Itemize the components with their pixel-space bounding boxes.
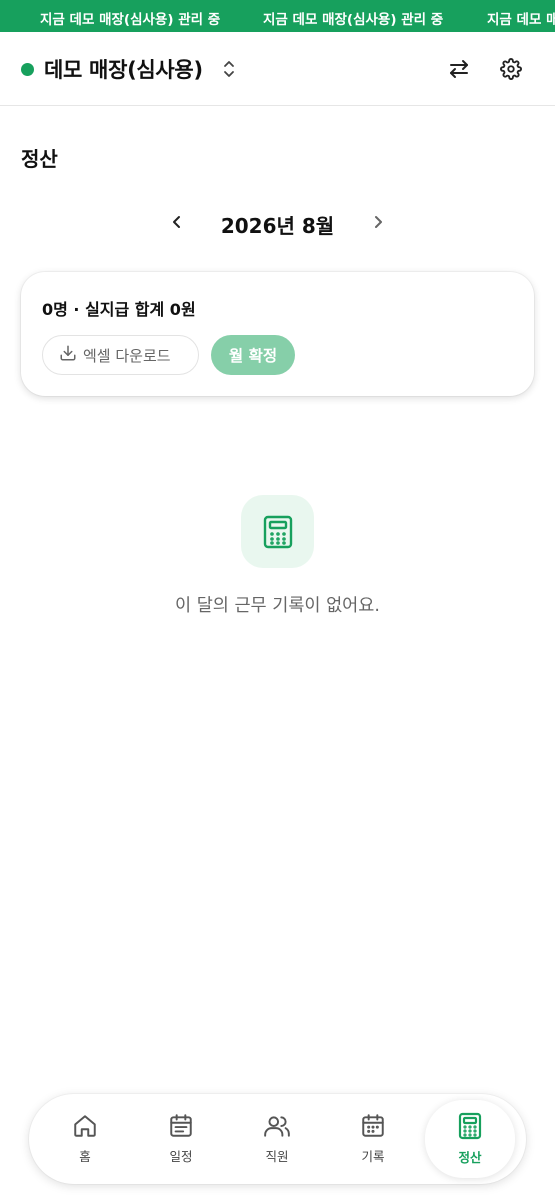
chevron-updown-icon[interactable] (218, 56, 240, 82)
download-icon (59, 344, 77, 366)
nav-item-home[interactable]: 홈 (40, 1100, 130, 1178)
nav-label: 일정 (169, 1149, 193, 1164)
calendar-grid-icon (360, 1113, 386, 1142)
excel-download-button[interactable]: 엑셀 다운로드 (42, 335, 199, 375)
banner-text: 지금 데모 매장(심사용) 관리 중 (40, 12, 221, 28)
calendar-icon (168, 1113, 194, 1142)
settlement-summary: 0명 · 실지급 합계 0원 (42, 300, 196, 319)
status-banner: 지금 데모 매장(심사용) 관리 중 지금 데모 매장(심사용) 관리 중 지금… (0, 0, 555, 32)
nav-item-staff[interactable]: 직원 (232, 1100, 322, 1178)
users-icon (263, 1113, 291, 1142)
app-header: 데모 매장(심사용) (0, 32, 555, 106)
gear-icon[interactable] (496, 54, 526, 84)
nav-label: 정산 (458, 1150, 482, 1165)
month-label: 2026년 8월 (220, 214, 335, 238)
nav-label: 기록 (361, 1149, 385, 1164)
calculator-icon (458, 1112, 482, 1143)
store-name[interactable]: 데모 매장(심사용) (44, 54, 203, 84)
excel-download-label: 엑셀 다운로드 (83, 346, 171, 365)
empty-state-message: 이 달의 근무 기록이 없어요. (175, 596, 380, 616)
swap-icon[interactable] (444, 54, 474, 84)
bottom-nav: 홈 일정 직원 기록 정산 (29, 1094, 526, 1184)
banner-text: 지금 데모 매장(심사용) 관리 중 (487, 12, 555, 28)
page-title: 정산 (21, 147, 58, 171)
nav-item-schedule[interactable]: 일정 (136, 1100, 226, 1178)
settlement-summary-card: 0명 · 실지급 합계 0원 엑셀 다운로드 월 확정 (21, 272, 534, 396)
home-icon (72, 1113, 98, 1142)
nav-label: 직원 (265, 1149, 289, 1164)
month-navigator: 2026년 8월 (0, 200, 555, 244)
calculator-icon (241, 495, 314, 568)
nav-item-settlement[interactable]: 정산 (425, 1100, 515, 1178)
nav-item-records[interactable]: 기록 (328, 1100, 418, 1178)
month-confirm-button[interactable]: 월 확정 (211, 335, 295, 375)
chevron-right-icon[interactable] (366, 210, 390, 234)
nav-label: 홈 (79, 1149, 91, 1164)
banner-text: 지금 데모 매장(심사용) 관리 중 (263, 12, 444, 28)
store-status-dot (21, 63, 34, 76)
